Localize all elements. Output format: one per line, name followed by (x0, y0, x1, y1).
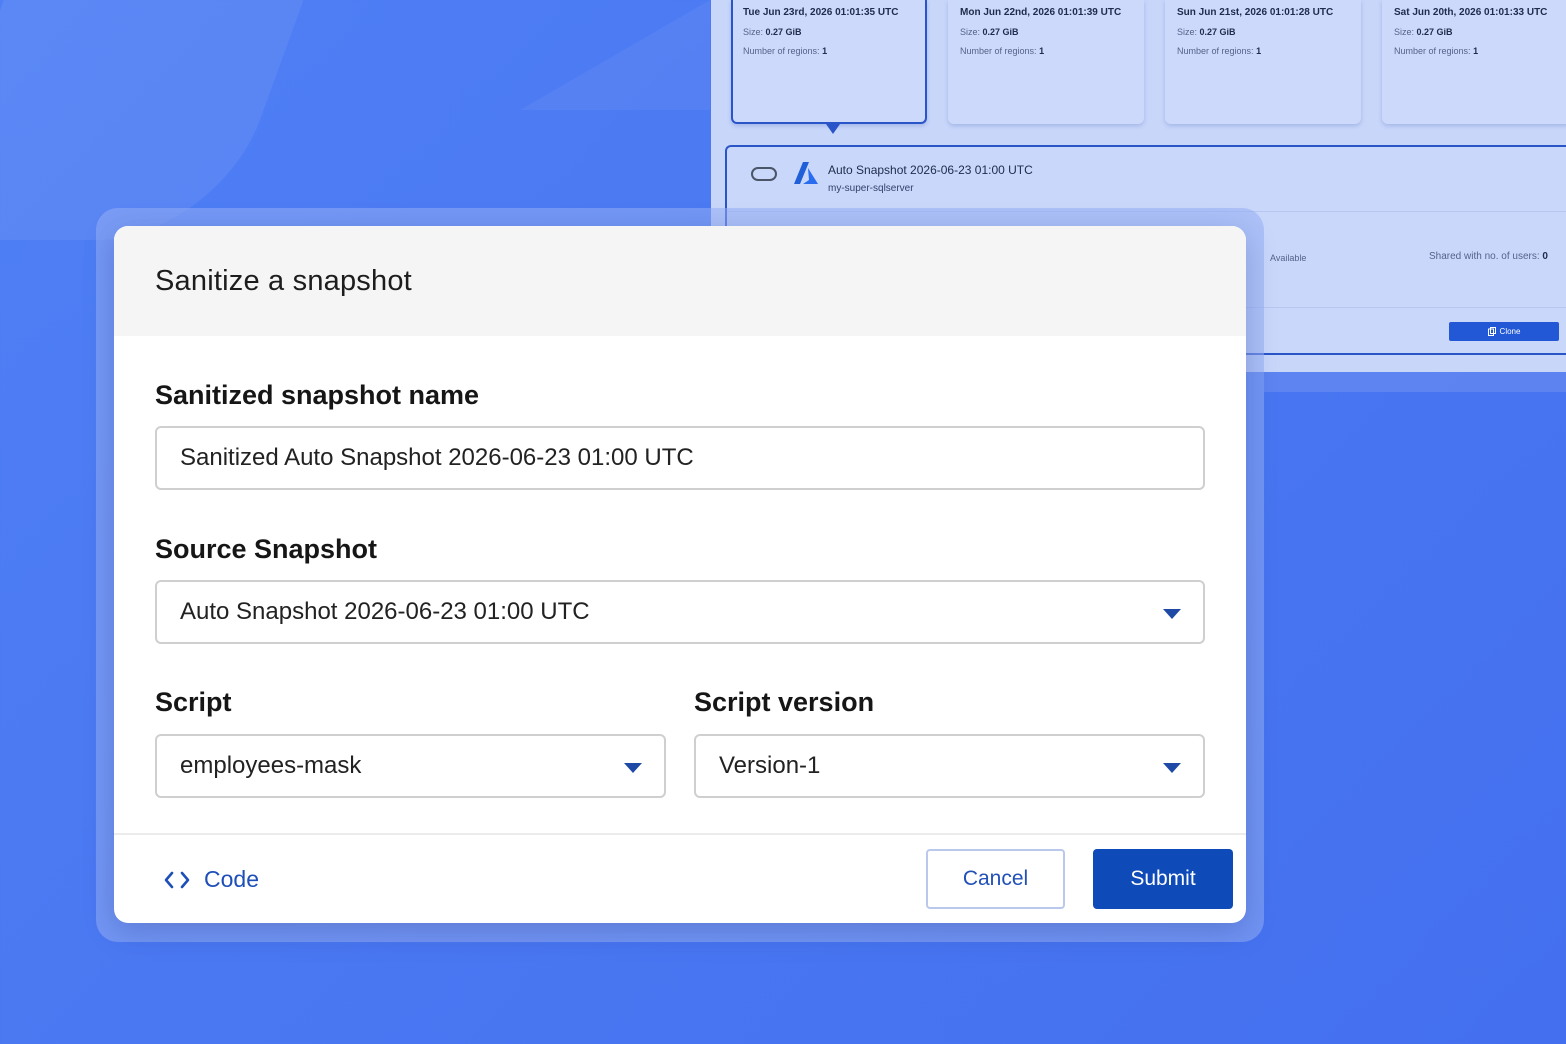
submit-button[interactable]: Submit (1093, 849, 1233, 909)
snapshot-name-input[interactable]: Sanitized Auto Snapshot 2026-06-23 01:00… (155, 426, 1205, 490)
script-version-select[interactable]: Version-1 (694, 734, 1205, 798)
shared-users-count: Shared with no. of users: 0 (1429, 251, 1548, 262)
script-value: employees-mask (180, 752, 362, 779)
snapshot-regions: Number of regions: 1 (1394, 46, 1479, 56)
code-link-label: Code (204, 866, 259, 892)
chevron-down-icon (1163, 763, 1181, 773)
snapshot-card[interactable]: Mon Jun 22nd, 2026 01:01:39 UTC Size: 0.… (948, 0, 1144, 124)
copy-icon (1487, 327, 1496, 336)
snapshot-card[interactable]: Tue Jun 23rd, 2026 01:01:35 UTC Size: 0.… (731, 0, 927, 124)
clone-button-label: Clone (1499, 327, 1521, 336)
snapshot-size: Size: 0.27 GiB (1394, 27, 1453, 37)
background-band (1264, 372, 1566, 392)
snapshot-name-label: Sanitized snapshot name (155, 380, 480, 410)
sanitize-snapshot-dialog: Sanitize a snapshot Sanitized snapshot n… (114, 226, 1246, 923)
snapshot-name-value: Sanitized Auto Snapshot 2026-06-23 01:00… (180, 444, 694, 471)
snapshot-date: Sat Jun 20th, 2026 01:01:33 UTC (1394, 7, 1548, 18)
snapshot-size: Size: 0.27 GiB (743, 27, 802, 37)
code-brackets-icon (164, 871, 190, 888)
code-link[interactable]: Code (164, 866, 259, 893)
background-shape (520, 0, 710, 110)
snapshot-regions: Number of regions: 1 (743, 46, 828, 56)
dialog-header: Sanitize a snapshot (114, 226, 1246, 336)
snapshot-size: Size: 0.27 GiB (960, 27, 1019, 37)
chevron-down-icon (624, 763, 642, 773)
snapshot-card[interactable]: Sat Jun 20th, 2026 01:01:33 UTC Size: 0.… (1382, 0, 1566, 124)
footer-divider (114, 833, 1246, 835)
snapshot-date: Tue Jun 23rd, 2026 01:01:35 UTC (743, 7, 899, 18)
snapshot-date: Mon Jun 22nd, 2026 01:01:39 UTC (960, 7, 1122, 18)
source-snapshot-value: Auto Snapshot 2026-06-23 01:00 UTC (180, 598, 590, 625)
snapshot-regions: Number of regions: 1 (960, 46, 1045, 56)
database-icon (751, 167, 777, 181)
cancel-button[interactable]: Cancel (926, 849, 1065, 909)
clone-button[interactable]: Clone (1449, 322, 1559, 341)
azure-icon (794, 162, 818, 184)
background-shape (0, 0, 304, 240)
snapshot-date: Sun Jun 21st, 2026 01:01:28 UTC (1177, 7, 1334, 18)
selected-card-pointer (826, 124, 840, 134)
source-snapshot-label: Source Snapshot (155, 534, 378, 564)
snapshot-card[interactable]: Sun Jun 21st, 2026 01:01:28 UTC Size: 0.… (1165, 0, 1361, 124)
snapshot-size: Size: 0.27 GiB (1177, 27, 1236, 37)
chevron-down-icon (1163, 609, 1181, 619)
script-label: Script (155, 687, 232, 717)
script-version-value: Version-1 (719, 752, 821, 779)
snapshot-detail-header: Auto Snapshot 2026-06-23 01:00 UTC my-su… (727, 147, 1566, 211)
script-version-label: Script version (694, 687, 875, 717)
snapshot-detail-server: my-super-sqlserver (828, 183, 914, 194)
source-snapshot-select[interactable]: Auto Snapshot 2026-06-23 01:00 UTC (155, 580, 1205, 644)
snapshot-regions: Number of regions: 1 (1177, 46, 1262, 56)
script-select[interactable]: employees-mask (155, 734, 666, 798)
status-text: Available (1270, 253, 1307, 263)
snapshot-detail-title: Auto Snapshot 2026-06-23 01:00 UTC (828, 163, 1033, 177)
dialog-title: Sanitize a snapshot (155, 264, 412, 297)
